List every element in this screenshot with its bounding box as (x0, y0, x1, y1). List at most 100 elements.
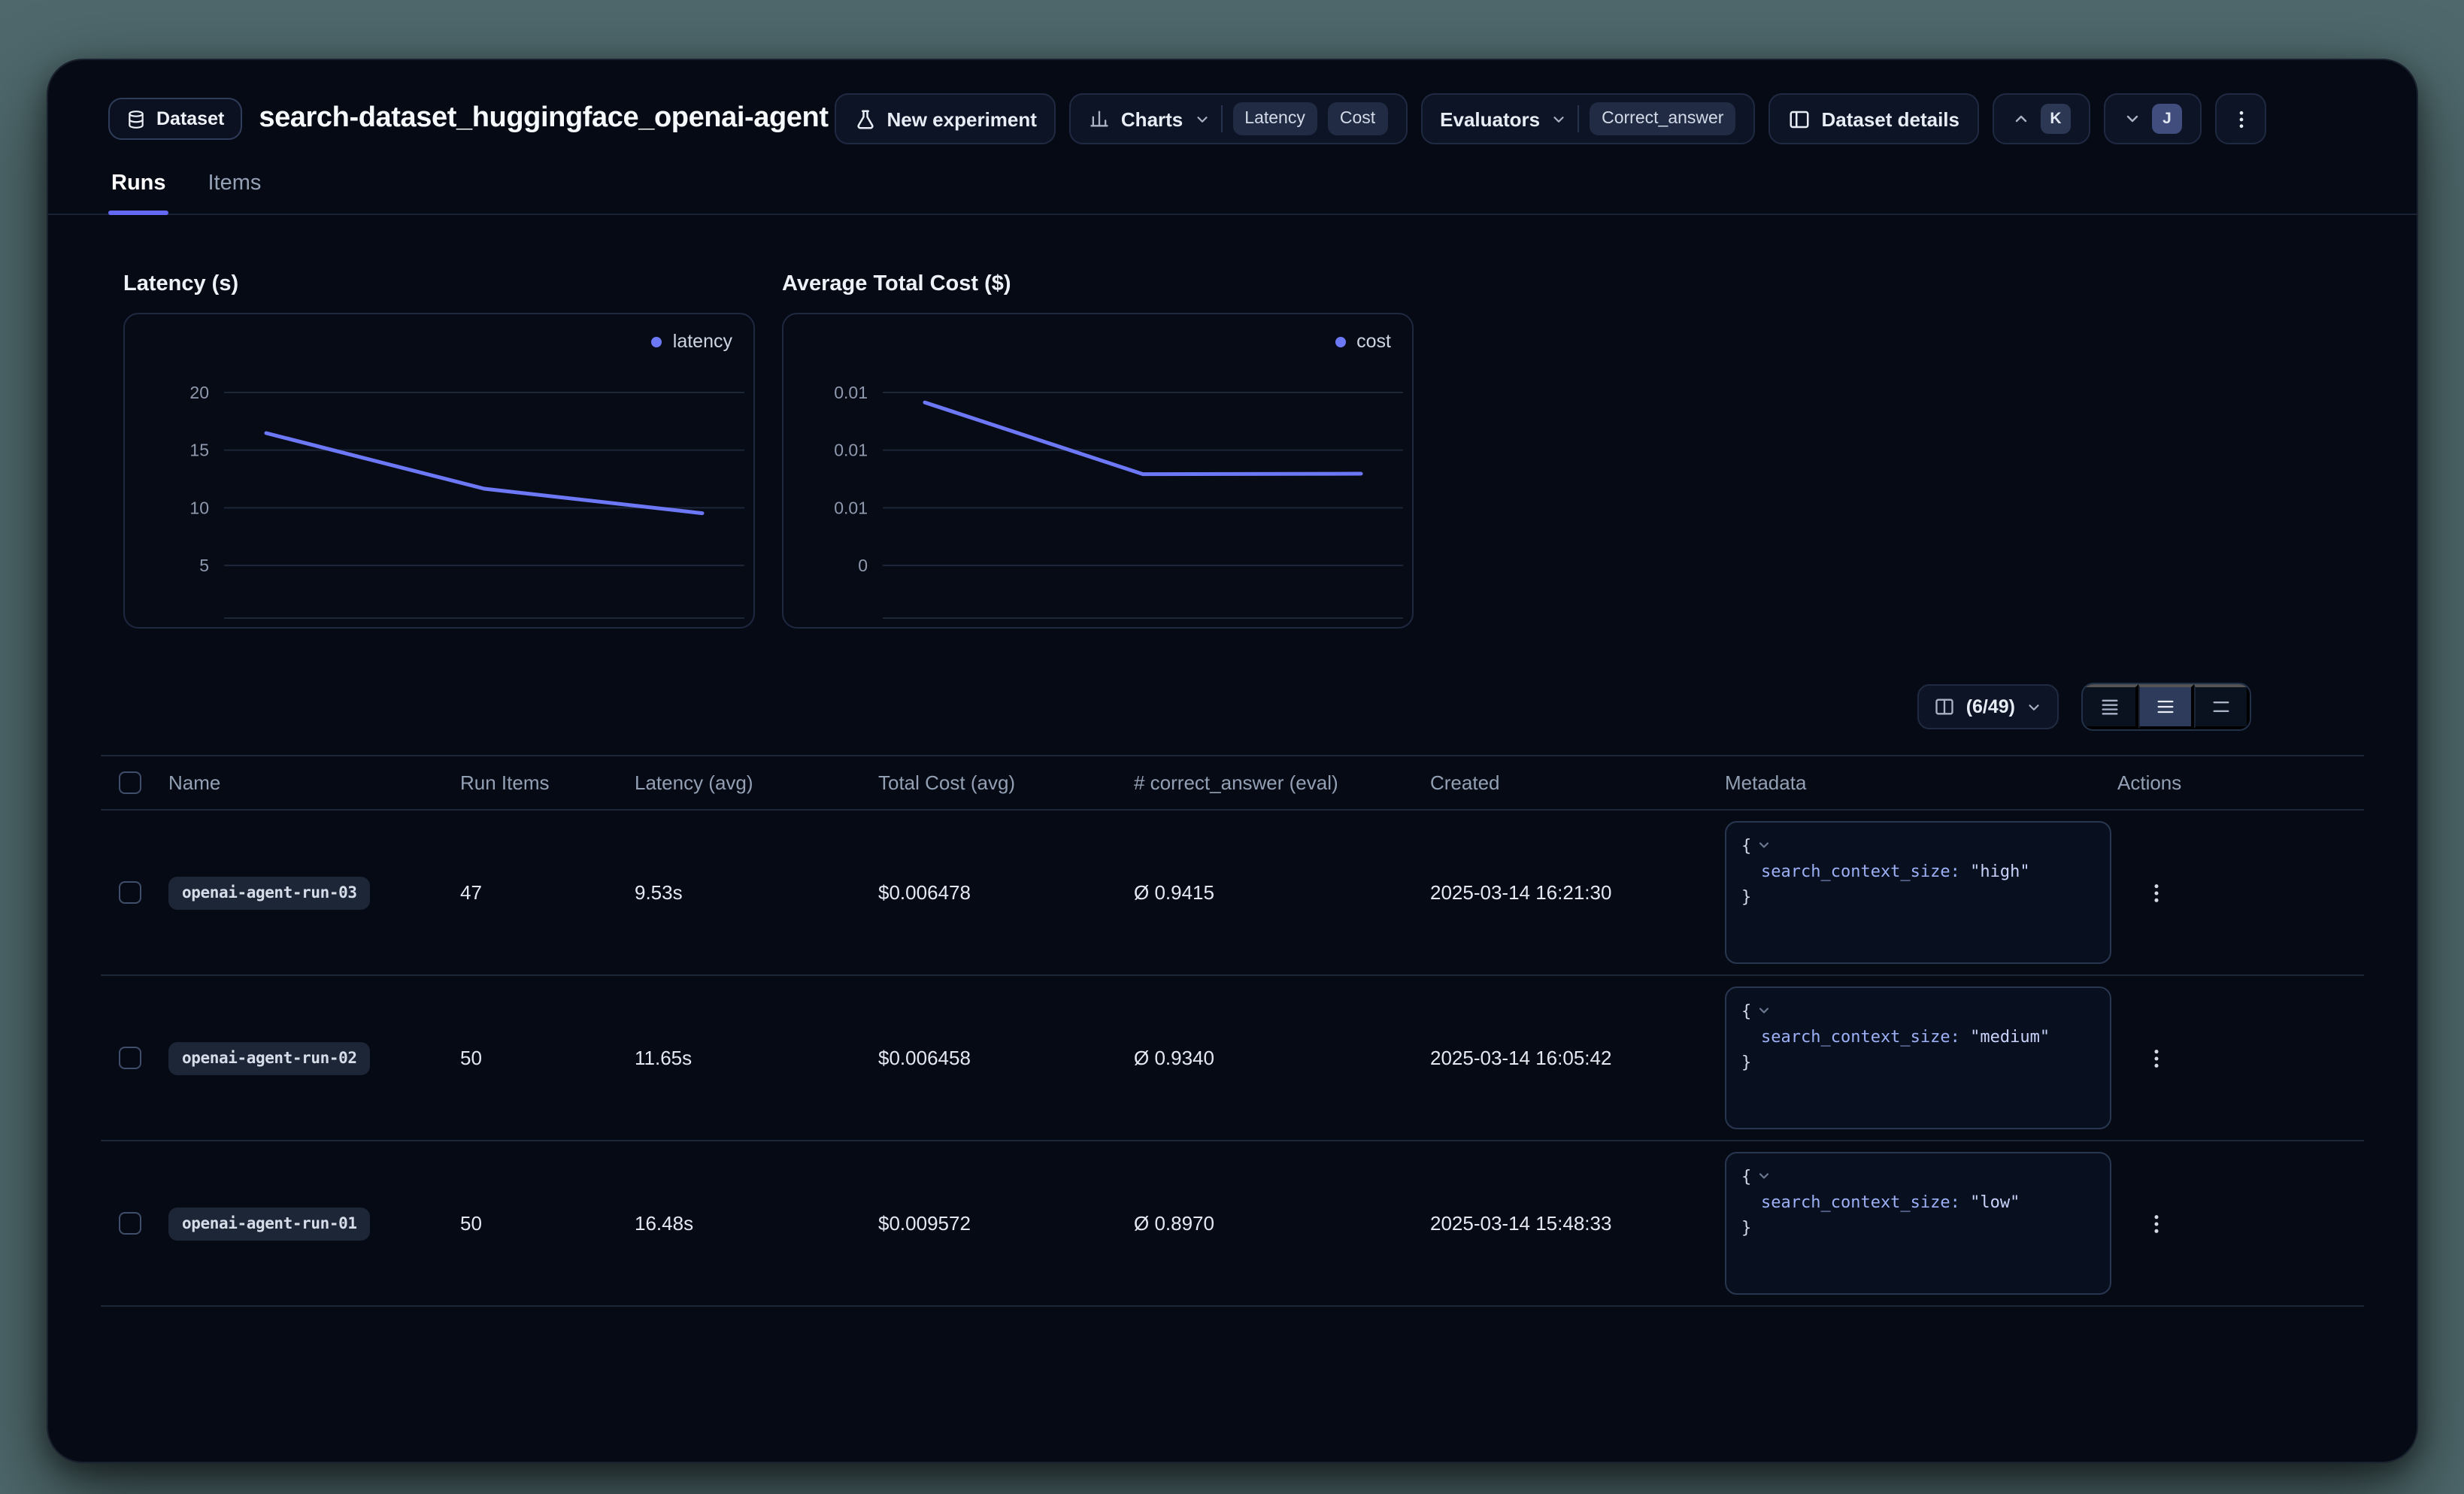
json-collapse-icon[interactable] (1756, 1168, 1771, 1183)
next-run-shortcut-button[interactable]: J (2104, 93, 2202, 144)
charts-dropdown[interactable]: Charts Latency Cost (1070, 93, 1407, 144)
run-name-link[interactable]: openai-agent-run-02 (168, 1041, 371, 1074)
run-name-link[interactable]: openai-agent-run-01 (168, 1207, 371, 1240)
chart-chip-latency[interactable]: Latency (1232, 102, 1317, 135)
evaluator-chip-correct-answer[interactable]: Correct_answer (1590, 102, 1735, 135)
chevron-down-icon (1550, 111, 1567, 127)
run-items-value: 50 (460, 1212, 635, 1235)
row-height-medium-icon (2155, 696, 2176, 717)
more-menu-button[interactable] (2215, 93, 2266, 144)
column-count-label: (6/49) (1966, 696, 2015, 717)
row-height-small-icon (2099, 696, 2120, 717)
json-value: "low" (1970, 1192, 2020, 1212)
evaluators-dropdown-label: Evaluators (1440, 108, 1540, 130)
table-row: openai-agent-run-02 50 11.65s $0.006458 … (101, 976, 2364, 1141)
table-controls: (6/49) (48, 683, 2251, 731)
svg-text:5: 5 (199, 556, 209, 575)
cost-chart: 0.010.010.010 (783, 314, 1412, 627)
desktop-background: Dataset search-dataset_huggingface_opena… (0, 0, 2464, 1494)
flask-icon (854, 108, 877, 130)
cost-chart-card: 0.010.010.010 cost (782, 313, 1414, 629)
row-height-small-button[interactable] (2083, 684, 2138, 729)
columns-icon (1935, 696, 1956, 717)
divider (1578, 105, 1579, 132)
select-all-checkbox[interactable] (119, 771, 141, 794)
kebab-icon (2144, 1211, 2169, 1235)
row-height-toggle (2081, 683, 2251, 731)
run-name-link[interactable]: openai-agent-run-03 (168, 876, 371, 909)
run-items-value: 47 (460, 881, 635, 904)
created-value: 2025-03-14 16:05:42 (1430, 1047, 1725, 1069)
tab-runs-label: Runs (111, 171, 166, 195)
app-window: Dataset search-dataset_huggingface_opena… (47, 59, 2418, 1463)
json-brace: { (1741, 836, 1751, 856)
cost-chart-block: Average Total Cost ($) 0.010.010.010 cos… (782, 272, 1414, 629)
json-brace: } (1741, 1053, 1751, 1072)
header-bar: Dataset search-dataset_huggingface_opena… (48, 60, 2417, 144)
evaluators-dropdown[interactable]: Evaluators Correct_answer (1420, 93, 1755, 144)
chart-legend: cost (1335, 331, 1391, 352)
previous-run-shortcut-button[interactable]: K (1993, 93, 2090, 144)
tab-items[interactable]: Items (205, 159, 265, 214)
json-brace: } (1741, 887, 1751, 907)
row-actions-button[interactable] (2135, 1037, 2178, 1079)
new-experiment-label: New experiment (887, 108, 1037, 130)
row-actions-button[interactable] (2135, 871, 2178, 914)
row-checkbox[interactable] (119, 1047, 141, 1069)
charts-dropdown-label: Charts (1121, 108, 1183, 130)
json-key: search_context_size: (1761, 862, 1960, 881)
kebab-icon (2144, 1046, 2169, 1070)
row-height-medium-button[interactable] (2138, 684, 2194, 729)
dataset-badge: Dataset (108, 98, 242, 140)
json-key: search_context_size: (1761, 1027, 1960, 1047)
json-value: "medium" (1970, 1027, 2050, 1047)
svg-text:20: 20 (189, 383, 209, 402)
legend-label: latency (673, 331, 732, 352)
dataset-details-label: Dataset details (1821, 108, 1959, 130)
row-height-large-button[interactable] (2194, 684, 2250, 729)
column-header-run-items: Run Items (460, 771, 635, 794)
json-collapse-icon[interactable] (1756, 1003, 1771, 1018)
latency-avg-value: 16.48s (635, 1212, 878, 1235)
svg-text:0.01: 0.01 (834, 498, 868, 517)
kebab-icon (2229, 108, 2252, 130)
new-experiment-button[interactable]: New experiment (835, 93, 1056, 144)
tab-bar: Runs Items (48, 159, 2417, 215)
latency-chart-block: Latency (s) 2015105 latency (123, 272, 755, 629)
column-header-correct-answer: # correct_answer (eval) (1134, 771, 1430, 794)
metadata-json: { search_context_size: "medium" } (1725, 986, 2111, 1129)
row-actions-button[interactable] (2135, 1202, 2178, 1244)
dataset-details-button[interactable]: Dataset details (1768, 93, 1979, 144)
row-height-large-icon (2211, 696, 2232, 717)
run-items-value: 50 (460, 1047, 635, 1069)
chart-chip-cost[interactable]: Cost (1328, 102, 1387, 135)
row-checkbox[interactable] (119, 881, 141, 904)
json-key: search_context_size: (1761, 1192, 1960, 1212)
json-collapse-icon[interactable] (1756, 838, 1771, 853)
correct-answer-eval-value: Ø 0.9415 (1134, 881, 1430, 904)
row-checkbox[interactable] (119, 1212, 141, 1235)
metadata-json: { search_context_size: "low" } (1725, 1152, 2111, 1295)
table-row: openai-agent-run-03 47 9.53s $0.006478 Ø… (101, 811, 2364, 976)
latency-chart-card: 2015105 latency (123, 313, 755, 629)
chevron-down-icon (1193, 111, 1210, 127)
keyboard-key-j: J (2152, 104, 2182, 134)
column-header-latency: Latency (avg) (635, 771, 878, 794)
correct-answer-eval-value: Ø 0.8970 (1134, 1212, 1430, 1235)
tab-runs[interactable]: Runs (108, 159, 169, 214)
correct-answer-eval-value: Ø 0.9340 (1134, 1047, 1430, 1069)
header-left: Dataset search-dataset_huggingface_opena… (108, 98, 835, 140)
json-value: "high" (1970, 862, 2030, 881)
chevron-up-icon (2012, 110, 2030, 128)
chart-title: Latency (s) (123, 272, 755, 296)
svg-text:0.01: 0.01 (834, 441, 868, 460)
page-title: search-dataset_huggingface_openai-agent (259, 102, 828, 135)
chart-title: Average Total Cost ($) (782, 272, 1414, 296)
chevron-down-icon (2123, 110, 2141, 128)
column-selector-button[interactable]: (6/49) (1918, 684, 2059, 729)
svg-text:0: 0 (858, 556, 868, 575)
created-value: 2025-03-14 16:21:30 (1430, 881, 1725, 904)
latency-avg-value: 9.53s (635, 881, 878, 904)
column-header-created: Created (1430, 771, 1725, 794)
latency-avg-value: 11.65s (635, 1047, 878, 1069)
